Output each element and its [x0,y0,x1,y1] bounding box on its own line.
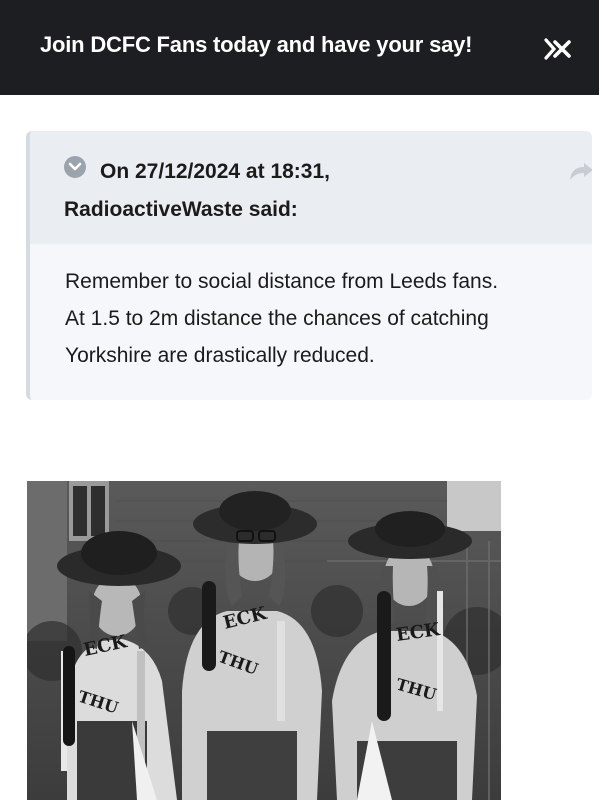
quote-author[interactable]: RadioactiveWaste said: [64,191,504,229]
quote-share-button[interactable] [567,161,592,183]
banner-close-button[interactable] [536,30,582,68]
quote-body-line: Remember to social distance from Leeds f… [65,270,499,293]
quote-attribution: On 27/12/2024 at 18:31, RadioactiveWaste… [64,153,504,229]
quote-body-line: At 1.5 to 2m distance the chances of cat… [65,307,489,330]
quote-block: On 27/12/2024 at 18:31, RadioactiveWaste… [26,131,592,400]
share-arrow-icon [570,163,592,180]
post-image-graphic: ECK THU ECK THU ECK THU [27,481,501,800]
registration-banner: Join DCFC Fans today and have your say! [0,0,599,95]
quote-body-line: Yorkshire are drastically reduced. [65,344,375,367]
banner-text: Join DCFC Fans today and have your say! [40,32,473,57]
close-icon [544,38,571,60]
post-image[interactable]: ECK THU ECK THU ECK THU [27,481,501,800]
quote-body: Remember to social distance from Leeds f… [65,263,575,374]
quote-date: On 27/12/2024 at 18:31, [100,160,330,183]
